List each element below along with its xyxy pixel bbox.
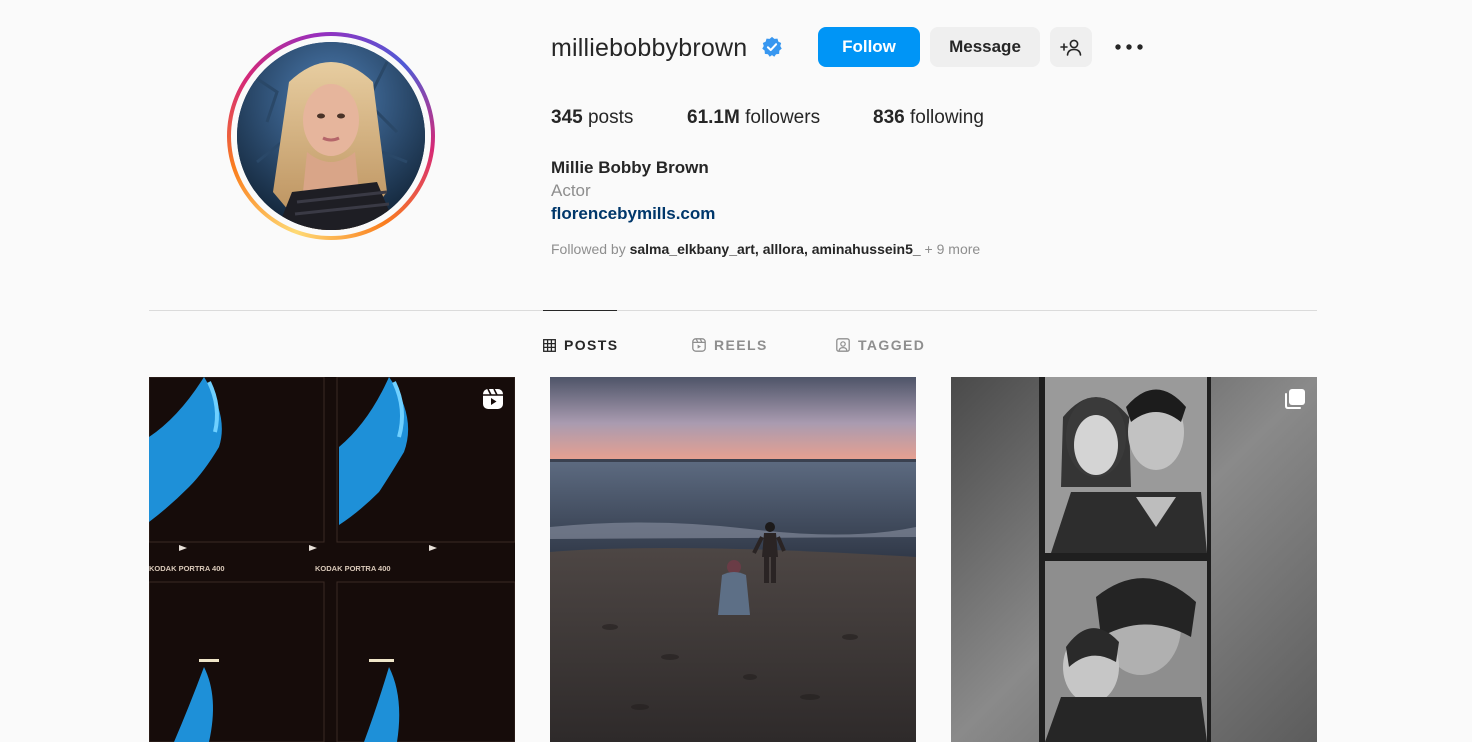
post-thumbnail[interactable] [951,377,1317,742]
followed-by[interactable]: Followed by salma_elkbany_art, alllora, … [551,241,980,257]
story-ring[interactable] [227,32,435,240]
message-button[interactable]: Message [930,27,1040,67]
followers-count: 61.1M [687,107,740,128]
more-options-icon [1115,44,1143,50]
avatar-photo [237,42,425,230]
profile-page: milliebobbybrown Follow Message 345 post… [0,0,1472,742]
suggest-users-button[interactable] [1050,27,1092,67]
film-edge-text: KODAK PORTRA 400 [315,564,391,573]
followers-label: followers [745,107,821,128]
tabs-divider [149,310,1317,311]
followed-by-prefix: Followed by [551,241,626,257]
followed-by-account[interactable]: alllora [763,241,804,257]
post-thumbnail[interactable] [550,377,916,742]
following-stat[interactable]: 836 following [873,107,984,129]
tagged-icon [836,338,850,352]
avatar[interactable] [237,42,425,230]
film-edge-text: KODAK PORTRA 400 [149,564,225,573]
tab-label: POSTS [564,337,619,353]
post-image [951,377,1317,742]
tab-label: TAGGED [858,337,926,353]
active-tab-indicator [543,310,617,311]
post-image: KODAK PORTRA 400 KODAK PORTRA 400 [149,377,515,742]
verified-badge-icon [762,36,782,57]
post-image [550,377,916,742]
tab-posts[interactable]: POSTS [543,335,618,355]
username: milliebobbybrown [551,34,748,62]
grid-icon [543,338,556,352]
followed-by-account[interactable]: salma_elkbany_art [630,241,755,257]
follow-button[interactable]: Follow [818,27,920,67]
carousel-badge-icon [1285,389,1305,409]
followed-by-more[interactable]: + 9 more [925,241,981,257]
tab-reels[interactable]: REELS [692,335,768,355]
add-user-icon [1060,39,1082,56]
full-name: Millie Bobby Brown [551,158,709,177]
post-thumbnail[interactable]: KODAK PORTRA 400 KODAK PORTRA 400 [149,377,515,742]
posts-label: posts [587,107,634,128]
profile-category: Actor [551,181,591,200]
posts-count: 345 [551,107,583,128]
following-count: 836 [873,107,905,128]
followed-by-account[interactable]: aminahussein5_ [812,241,921,257]
following-label: following [909,107,984,128]
reel-badge-icon [483,388,503,409]
tab-tagged[interactable]: TAGGED [836,335,925,355]
website-link[interactable]: florencebymills.com [551,204,715,224]
posts-stat: 345 posts [551,107,633,129]
more-options-button[interactable] [1112,34,1146,60]
followers-stat[interactable]: 61.1M followers [687,107,820,129]
tab-label: REELS [714,337,768,353]
reels-icon [692,338,706,352]
